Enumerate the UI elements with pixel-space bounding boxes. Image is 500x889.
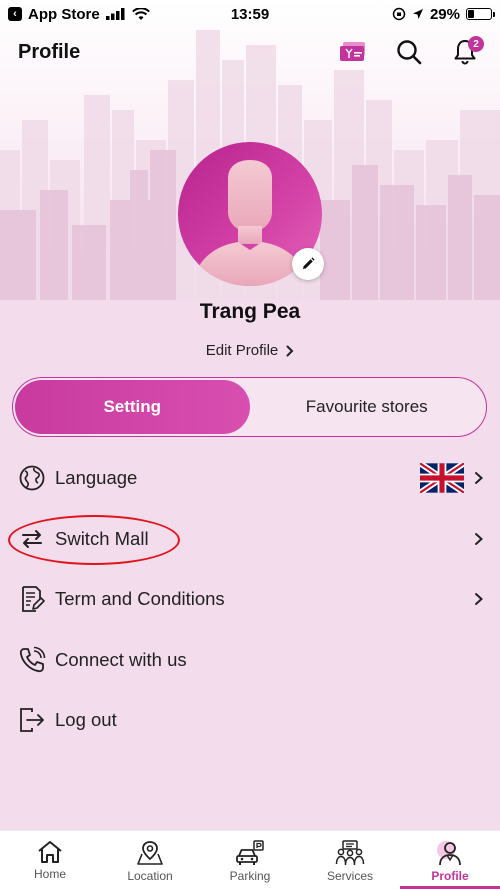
menu-label-switch-mall: Switch Mall [55,527,149,549]
header: Profile 2 [0,30,500,74]
back-to-app-icon[interactable]: ‹ [8,7,22,21]
globe-icon [18,464,46,492]
edit-profile-link[interactable]: Edit Profile [0,342,500,359]
orientation-lock-icon [392,7,406,21]
menu-item-language[interactable]: Language [0,448,500,509]
car-parking-icon [236,840,264,865]
nav-label-services: Services [326,869,373,883]
chevron-right-icon [475,593,483,606]
edit-avatar-button[interactable] [292,248,324,280]
phone-icon [18,646,46,674]
location-arrow-icon [412,9,423,19]
app-screen: ‹ App Store 13:59 29% Profile 2 Trang Pe… [0,0,500,889]
search-icon [397,40,422,65]
cellular-signal-icon [105,8,125,20]
nav-profile[interactable]: Profile [400,831,500,889]
pencil-icon [303,257,315,269]
battery-level-fill [468,10,475,18]
home-icon [38,841,62,863]
menu-item-terms[interactable]: Term and Conditions [0,569,500,630]
user-icon [437,841,461,866]
tab-favourite-stores[interactable]: Favourite stores [250,380,485,434]
settings-menu: Language Switch Mall Term and Conditions… [0,448,500,751]
menu-label-language: Language [55,467,138,489]
map-pin-icon [137,841,163,865]
document-edit-icon [18,585,46,613]
uk-flag-icon [420,463,464,494]
back-app-label[interactable]: App Store [28,6,100,23]
nav-label-profile: Profile [431,869,469,883]
nav-services[interactable]: Services [300,831,400,889]
status-bar: ‹ App Store 13:59 29% [0,0,500,28]
menu-label-connect: Connect with us [55,648,187,670]
bottom-nav: Home Location Parking Services Profile [0,830,500,889]
switch-arrows-icon [18,525,46,553]
battery-icon [466,8,495,20]
nav-parking[interactable]: Parking [200,831,300,889]
search-button[interactable] [392,35,426,69]
nav-home[interactable]: Home [0,831,100,889]
edit-profile-label: Edit Profile [205,342,279,359]
chevron-right-icon [475,472,483,485]
header-actions: 2 [336,35,484,69]
gift-card-icon [340,42,365,61]
tab-setting[interactable]: Setting [15,380,250,434]
services-icon [335,840,365,866]
nav-location[interactable]: Location [100,831,200,889]
menu-item-switch-mall[interactable]: Switch Mall [0,509,500,570]
wifi-icon [131,7,150,20]
menu-item-connect[interactable]: Connect with us [0,630,500,691]
profile-tabs: Setting Favourite stores [12,377,487,437]
gift-card-button[interactable] [336,35,370,69]
notification-badge: 2 [468,36,484,52]
status-bar-right: 29% [392,5,495,23]
page-title: Profile [18,40,81,63]
nav-label-parking: Parking [229,869,271,883]
menu-item-logout[interactable]: Log out [0,690,500,751]
nav-label-location: Location [127,869,173,883]
nav-label-home: Home [33,867,66,881]
chevron-right-icon [286,345,294,356]
logout-icon [18,706,46,734]
menu-label-logout: Log out [55,709,117,731]
chevron-right-icon [475,532,483,545]
status-bar-left: ‹ App Store [8,6,150,23]
battery-percent: 29% [429,5,460,23]
user-name: Trang Pea [199,300,301,323]
menu-label-terms: Term and Conditions [55,588,225,610]
avatar-container [178,142,324,286]
notifications-button[interactable]: 2 [448,35,484,69]
